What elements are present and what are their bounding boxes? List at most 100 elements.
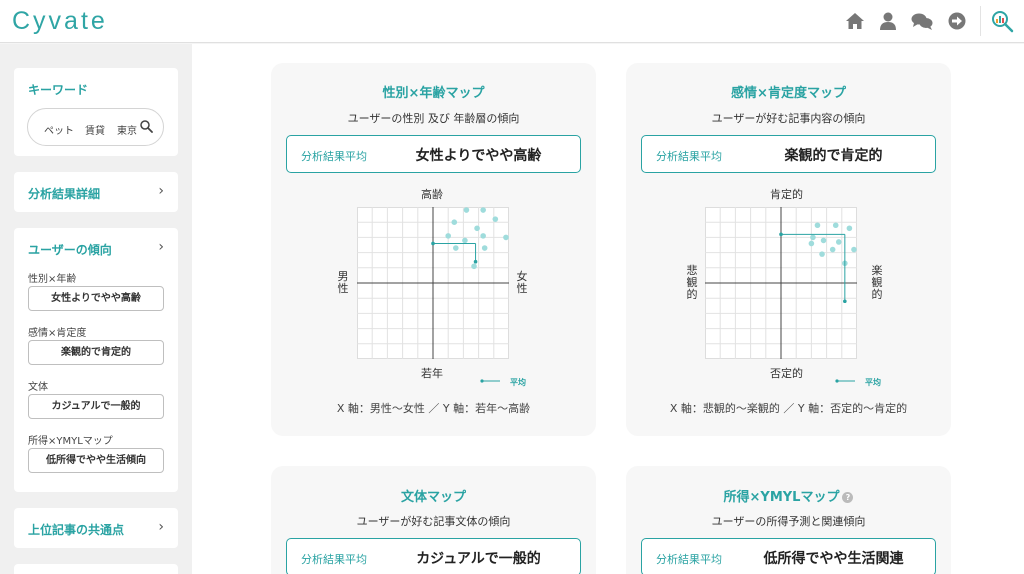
search-icon[interactable] bbox=[140, 120, 153, 133]
result-value: 女性よりでやや高齢 bbox=[415, 148, 542, 164]
result-label: 分析結果平均 bbox=[301, 553, 367, 566]
data-point bbox=[810, 234, 816, 241]
keyword-search-box[interactable]: ペット 賃貸 東京 bbox=[27, 108, 164, 146]
data-point bbox=[829, 246, 836, 253]
emotion-positivity-scatter-chart bbox=[705, 207, 857, 359]
tendency-value-button[interactable]: 女性よりでやや高齢 bbox=[28, 286, 164, 311]
card-title: 文体マップ bbox=[400, 490, 466, 505]
data-point bbox=[453, 245, 459, 251]
axis-caption: X 軸：悲観的〜楽観的 ／ Y 軸：否定的〜肯定的 bbox=[669, 402, 908, 415]
keyword-tag[interactable]: 東京 bbox=[117, 122, 137, 137]
help-icon[interactable]: ? bbox=[842, 492, 854, 503]
keyword-title: キーワード bbox=[28, 83, 89, 97]
axis-top-label: 高齢 bbox=[421, 188, 443, 201]
card-title: 所得×YMYLマップ bbox=[723, 490, 840, 505]
result-average-box: 分析結果平均 低所得でやや生活関連 bbox=[641, 538, 936, 574]
average-marker bbox=[473, 259, 478, 264]
keyword-tag[interactable]: ペット bbox=[44, 122, 74, 137]
data-point bbox=[492, 216, 499, 222]
result-label: 分析結果平均 bbox=[656, 150, 722, 163]
logout-icon[interactable] bbox=[947, 11, 967, 31]
average-marker bbox=[431, 241, 435, 246]
data-point bbox=[820, 237, 827, 244]
tendency-value-button[interactable]: 低所得でやや生活傾向 bbox=[28, 448, 164, 473]
user-tendency-title[interactable]: ユーザーの傾向 bbox=[28, 241, 112, 258]
emotion-positivity-map-card: 感情×肯定度マップ ユーザーが好む記事内容の傾向 分析結果平均 楽観的で肯定的 … bbox=[626, 63, 951, 436]
tendency-value-button[interactable]: 楽観的で肯定的 bbox=[28, 340, 164, 365]
result-label: 分析結果平均 bbox=[656, 553, 722, 566]
average-legend-text: 平均 bbox=[865, 378, 881, 387]
main-content: 性別×年齢マップ ユーザーの性別 及び 年齢層の傾向 分析結果平均 女性よりでや… bbox=[192, 44, 1024, 574]
data-point bbox=[846, 225, 853, 232]
keyword-tag[interactable]: 賃貸 bbox=[85, 122, 105, 137]
result-value: 低所得でやや生活関連 bbox=[763, 551, 904, 567]
data-point bbox=[471, 263, 477, 270]
sidebar: キーワード ペット 賃貸 東京 分析結果詳細 › ユーザーの傾向 › 性別×年齢… bbox=[0, 44, 192, 574]
top-header: Cyvate bbox=[0, 0, 1024, 43]
card-subtitle: ユーザーの性別 及び 年齢層の傾向 bbox=[347, 112, 520, 125]
top-articles-common-label: 上位記事の共通点 bbox=[28, 523, 125, 537]
card-subtitle: ユーザーの所得予測と関連傾向 bbox=[711, 515, 866, 528]
data-point bbox=[808, 240, 815, 247]
analysis-detail-link[interactable]: 分析結果詳細 › bbox=[14, 172, 178, 212]
search-analysis-icon[interactable] bbox=[990, 9, 1014, 33]
average-marker bbox=[779, 232, 783, 237]
chevron-right-icon: › bbox=[158, 183, 164, 199]
data-point bbox=[481, 245, 488, 251]
home-icon[interactable] bbox=[845, 11, 865, 31]
chevron-right-icon: › bbox=[158, 519, 164, 535]
result-average-box: 分析結果平均 カジュアルで一般的 bbox=[286, 538, 581, 574]
tendency-label: 所得×YMYLマップ bbox=[28, 436, 113, 447]
card-title: 性別×年齢マップ bbox=[382, 86, 485, 101]
top-articles-common-link[interactable]: 上位記事の共通点 › bbox=[14, 508, 178, 548]
data-point bbox=[835, 239, 842, 245]
data-point bbox=[445, 233, 451, 239]
data-point bbox=[480, 207, 486, 213]
axis-left-label: 悲観的 bbox=[686, 264, 698, 301]
tendency-label: 性別×年齢 bbox=[28, 274, 77, 285]
data-point bbox=[832, 222, 839, 229]
sidebar-panel-partial bbox=[14, 564, 178, 574]
tendency-label: 文体 bbox=[28, 382, 48, 393]
average-legend-line bbox=[480, 379, 500, 383]
data-point bbox=[851, 246, 857, 253]
chevron-right-icon[interactable]: › bbox=[158, 239, 164, 255]
result-average-box: 分析結果平均 楽観的で肯定的 bbox=[641, 135, 936, 173]
result-value: 楽観的で肯定的 bbox=[784, 148, 883, 164]
card-title-wrap: 所得×YMYLマップ? bbox=[626, 486, 951, 505]
gender-age-map-card: 性別×年齢マップ ユーザーの性別 及び 年齢層の傾向 分析結果平均 女性よりでや… bbox=[271, 63, 596, 436]
writing-style-map-card: 文体マップ ユーザーが好む記事文体の傾向 分析結果平均 カジュアルで一般的 bbox=[271, 466, 596, 574]
axis-bottom-label: 若年 bbox=[421, 367, 443, 380]
card-title: 感情×肯定度マップ bbox=[731, 86, 846, 101]
average-marker bbox=[843, 299, 847, 304]
user-tendency-panel: ユーザーの傾向 › 性別×年齢 女性よりでやや高齢 感情×肯定度 楽観的で肯定的… bbox=[14, 228, 178, 492]
axis-right-label: 楽観的 bbox=[871, 264, 883, 301]
gender-age-scatter-chart bbox=[357, 207, 509, 359]
data-point bbox=[819, 251, 825, 257]
data-point bbox=[463, 207, 470, 213]
data-point bbox=[480, 233, 486, 239]
axis-caption: X 軸：男性〜女性 ／ Y 軸：若年〜高齢 bbox=[336, 402, 531, 415]
app-logo[interactable]: Cyvate bbox=[12, 7, 108, 36]
analysis-detail-label: 分析結果詳細 bbox=[28, 187, 101, 201]
user-icon[interactable] bbox=[878, 11, 898, 31]
axis-top-label: 肯定的 bbox=[770, 188, 803, 201]
tendency-value-button[interactable]: カジュアルで一般的 bbox=[28, 394, 164, 419]
keyword-panel: キーワード ペット 賃貸 東京 bbox=[14, 68, 178, 156]
income-ymyl-map-card: 所得×YMYLマップ? ユーザーの所得予測と関連傾向 分析結果平均 低所得でやや… bbox=[626, 466, 951, 574]
card-subtitle: ユーザーが好む記事内容の傾向 bbox=[711, 112, 866, 125]
chat-icon[interactable] bbox=[911, 11, 933, 31]
tendency-label: 感情×肯定度 bbox=[28, 328, 87, 339]
average-legend-text: 平均 bbox=[510, 378, 526, 387]
card-subtitle: ユーザーが好む記事文体の傾向 bbox=[356, 515, 511, 528]
data-point bbox=[503, 234, 509, 241]
average-legend-line bbox=[835, 379, 855, 383]
header-divider bbox=[980, 6, 981, 36]
result-label: 分析結果平均 bbox=[301, 150, 367, 163]
axis-left-label: 男性 bbox=[337, 270, 349, 295]
data-point bbox=[462, 237, 468, 244]
axis-right-label: 女性 bbox=[516, 270, 528, 295]
data-point bbox=[474, 225, 480, 232]
result-value: カジュアルで一般的 bbox=[416, 551, 541, 567]
axis-bottom-label: 否定的 bbox=[770, 367, 803, 380]
